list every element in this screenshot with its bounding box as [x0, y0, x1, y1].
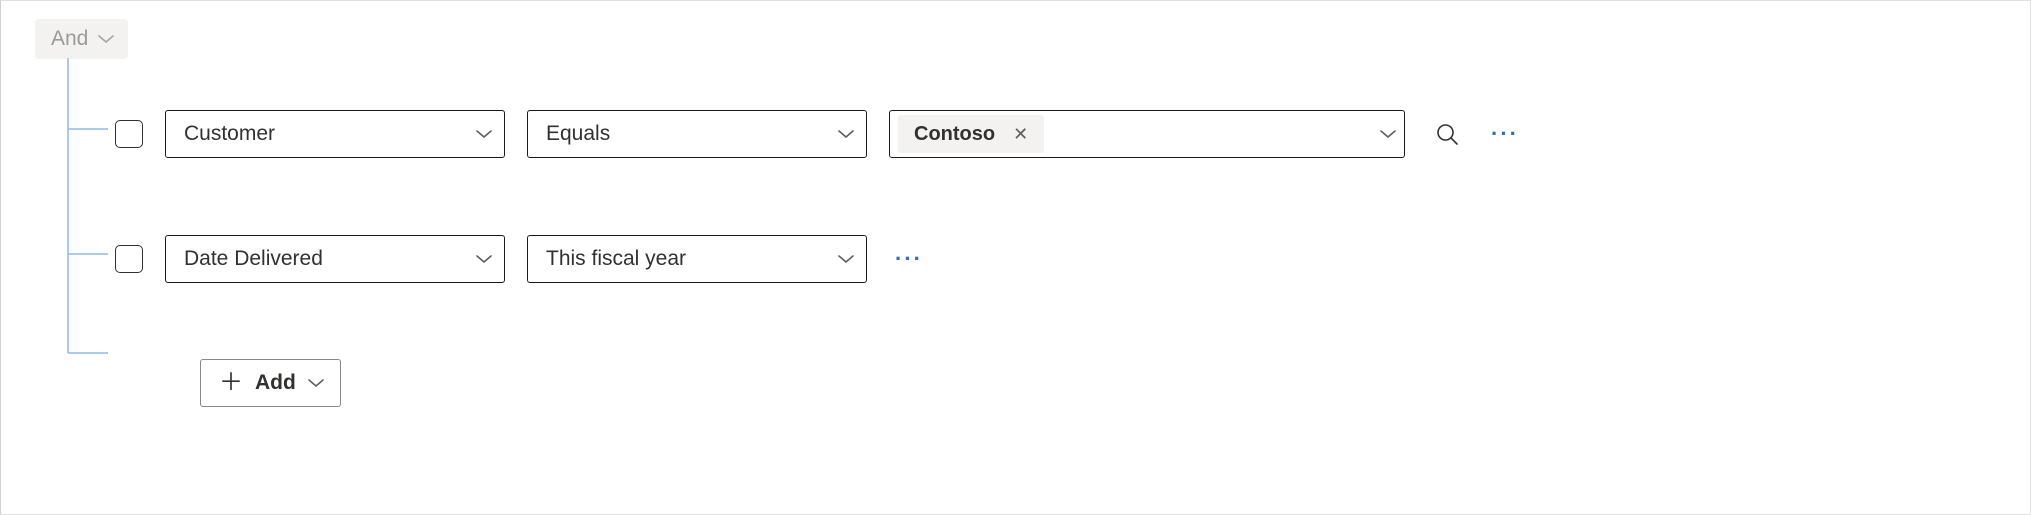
group-operator-dropdown[interactable]: And — [35, 19, 128, 59]
condition-row: Customer Equals Contoso ✕ — [115, 109, 2030, 159]
filter-builder: And Customer Equals Contoso — [1, 1, 2030, 407]
plus-icon: ＋ — [219, 371, 243, 395]
remove-token-icon[interactable]: ✕ — [1009, 122, 1032, 147]
add-row: ＋ Add — [115, 359, 2030, 407]
operator-select[interactable]: Equals — [527, 110, 867, 158]
chevron-down-icon — [308, 378, 324, 388]
row-checkbox[interactable] — [115, 120, 143, 148]
add-button[interactable]: ＋ Add — [200, 359, 341, 407]
field-select[interactable]: Date Delivered — [165, 235, 505, 283]
row-more-menu[interactable]: ··· — [1485, 117, 1525, 151]
chevron-down-icon — [476, 254, 492, 264]
row-more-menu[interactable]: ··· — [889, 242, 929, 276]
chevron-down-icon — [838, 129, 854, 139]
condition-row: Date Delivered This fiscal year ··· — [115, 234, 2030, 284]
chevron-down-icon — [1380, 129, 1396, 139]
field-select[interactable]: Customer — [165, 110, 505, 158]
add-button-label: Add — [255, 371, 296, 395]
value-select[interactable]: Contoso ✕ — [889, 110, 1405, 158]
chevron-down-icon — [476, 129, 492, 139]
search-icon[interactable] — [1431, 118, 1463, 150]
operator-select-value: This fiscal year — [546, 247, 686, 271]
condition-rows: Customer Equals Contoso ✕ — [35, 59, 2030, 407]
field-select-value: Customer — [184, 122, 275, 146]
field-select-value: Date Delivered — [184, 247, 323, 271]
value-token-label: Contoso — [914, 123, 995, 146]
operator-select-value: Equals — [546, 122, 610, 146]
row-checkbox[interactable] — [115, 245, 143, 273]
operator-select[interactable]: This fiscal year — [527, 235, 867, 283]
chevron-down-icon — [98, 34, 114, 44]
chevron-down-icon — [838, 254, 854, 264]
group-operator-label: And — [51, 27, 88, 51]
value-token: Contoso ✕ — [898, 115, 1044, 153]
